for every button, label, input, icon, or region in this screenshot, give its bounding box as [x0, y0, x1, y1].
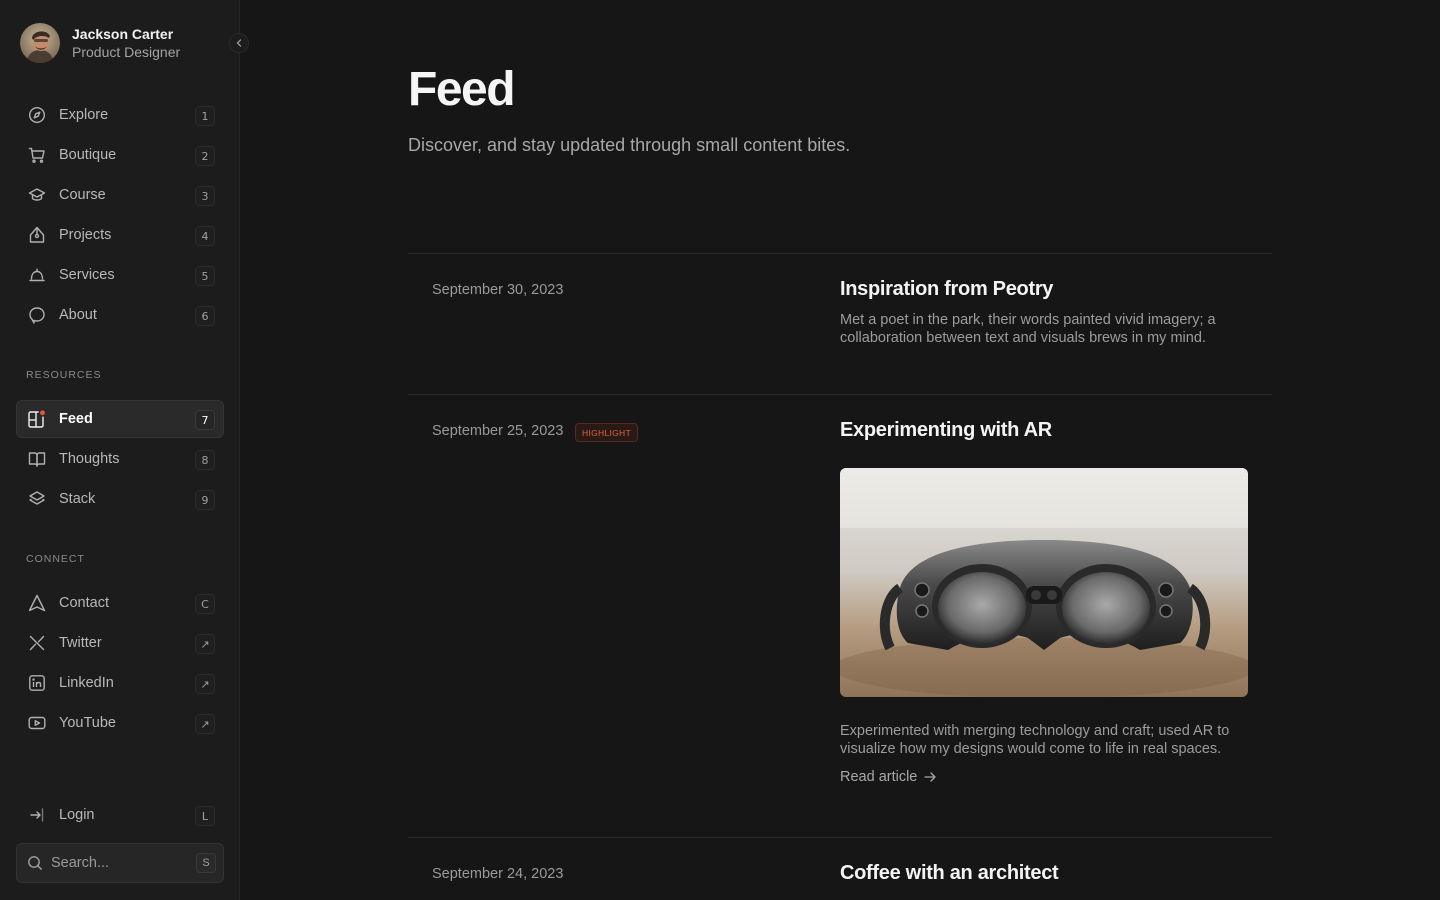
post-title[interactable]: Coffee with an architect: [840, 862, 1059, 885]
service-bell-icon: [27, 265, 47, 285]
arrow-right-icon: [924, 772, 937, 782]
pen-nib-icon: [27, 225, 47, 245]
external-link-icon: ↗: [195, 714, 215, 734]
divider: [408, 253, 1272, 254]
youtube-icon: [27, 713, 47, 733]
shortcut-key: 3: [195, 186, 215, 206]
nav-item-services[interactable]: Services 5: [16, 256, 224, 294]
shortcut-key: L: [195, 806, 215, 826]
post-body: Experimented with merging technology and…: [840, 723, 1230, 757]
post-date: September 30, 2023: [432, 282, 564, 298]
read-article-label: Read article: [840, 769, 918, 785]
nav-label: LinkedIn: [59, 675, 114, 691]
page-title: Feed: [408, 63, 516, 116]
nav-label: Explore: [59, 107, 109, 123]
shortcut-key: 8: [195, 450, 215, 470]
linkedin-icon: [27, 673, 47, 693]
chat-bubble-icon: [27, 305, 47, 325]
nav-label: Projects: [59, 227, 112, 243]
login-arrow-icon: [27, 805, 47, 825]
search-input[interactable]: [51, 855, 181, 871]
page-subtitle: Discover, and stay updated through small…: [408, 135, 851, 155]
cart-icon: [27, 145, 47, 165]
post-title[interactable]: Inspiration from Peotry: [840, 278, 1053, 301]
login-label: Login: [59, 807, 95, 823]
nav-label: Feed: [59, 411, 93, 427]
divider: [408, 837, 1272, 838]
nav-item-thoughts[interactable]: Thoughts 8: [16, 440, 224, 478]
nav-label: Stack: [59, 491, 96, 507]
nav-item-course[interactable]: Course 3: [16, 176, 224, 214]
nav-item-linkedin[interactable]: LinkedIn ↗: [16, 664, 224, 702]
layers-icon: [27, 489, 47, 509]
search-icon: [27, 855, 43, 871]
shortcut-key: S: [196, 853, 216, 873]
shortcut-key: 5: [195, 266, 215, 286]
nav-item-projects[interactable]: Projects 4: [16, 216, 224, 254]
nav-label: Boutique: [59, 147, 117, 163]
nav-item-contact[interactable]: Contact C: [16, 584, 224, 622]
section-label-resources: RESOURCES: [26, 369, 102, 381]
post-title[interactable]: Experimenting with AR: [840, 419, 1052, 442]
profile-name: Jackson Carter: [72, 26, 174, 42]
nav-label: YouTube: [59, 715, 116, 731]
graduation-cap-icon: [27, 185, 47, 205]
avatar: [20, 23, 60, 63]
ar-headset-image: [840, 468, 1248, 697]
highlight-badge: HIGHLIGHT: [575, 423, 638, 442]
section-label-connect: CONNECT: [26, 553, 85, 565]
nav-label: Thoughts: [59, 451, 120, 467]
nav-item-boutique[interactable]: Boutique 2: [16, 136, 224, 174]
post-date: September 24, 2023: [432, 866, 564, 882]
shortcut-key: 6: [195, 306, 215, 326]
nav-item-feed[interactable]: Feed 7: [16, 400, 224, 438]
chevron-left-icon: [236, 39, 242, 47]
send-icon: [27, 593, 47, 613]
profile-role: Product Designer: [72, 44, 181, 60]
shortcut-key: C: [195, 594, 215, 614]
nav-item-twitter[interactable]: Twitter ↗: [16, 624, 224, 662]
post-date: September 25, 2023: [432, 423, 564, 439]
search-box[interactable]: S: [16, 843, 224, 883]
collapse-sidebar-button[interactable]: [229, 33, 249, 53]
shortcut-key: 7: [195, 410, 215, 430]
external-link-icon: ↗: [195, 674, 215, 694]
post-body: Met a poet in the park, their words pain…: [840, 312, 1216, 346]
divider: [408, 394, 1272, 395]
nav-label: Twitter: [59, 635, 102, 651]
nav-item-about[interactable]: About 6: [16, 296, 224, 334]
read-article-link[interactable]: Read article: [840, 769, 937, 785]
compass-icon: [27, 105, 47, 125]
nav-label: About: [59, 307, 97, 323]
shortcut-key: 2: [195, 146, 215, 166]
profile[interactable]: Jackson Carter Product Designer: [20, 23, 180, 63]
x-twitter-icon: [27, 633, 47, 653]
nav-item-explore[interactable]: Explore 1: [16, 96, 224, 134]
book-icon: [27, 449, 47, 469]
feed-icon: [27, 409, 47, 429]
login-button[interactable]: Login L: [16, 796, 224, 834]
nav-item-stack[interactable]: Stack 9: [16, 480, 224, 518]
shortcut-key: 4: [195, 226, 215, 246]
shortcut-key: 9: [195, 490, 215, 510]
main-content: Feed Discover, and stay updated through …: [241, 0, 1440, 900]
nav-item-youtube[interactable]: YouTube ↗: [16, 704, 224, 742]
nav-label: Services: [59, 267, 115, 283]
shortcut-key: 1: [195, 106, 215, 126]
external-link-icon: ↗: [195, 634, 215, 654]
nav-label: Course: [59, 187, 106, 203]
nav-label: Contact: [59, 595, 109, 611]
